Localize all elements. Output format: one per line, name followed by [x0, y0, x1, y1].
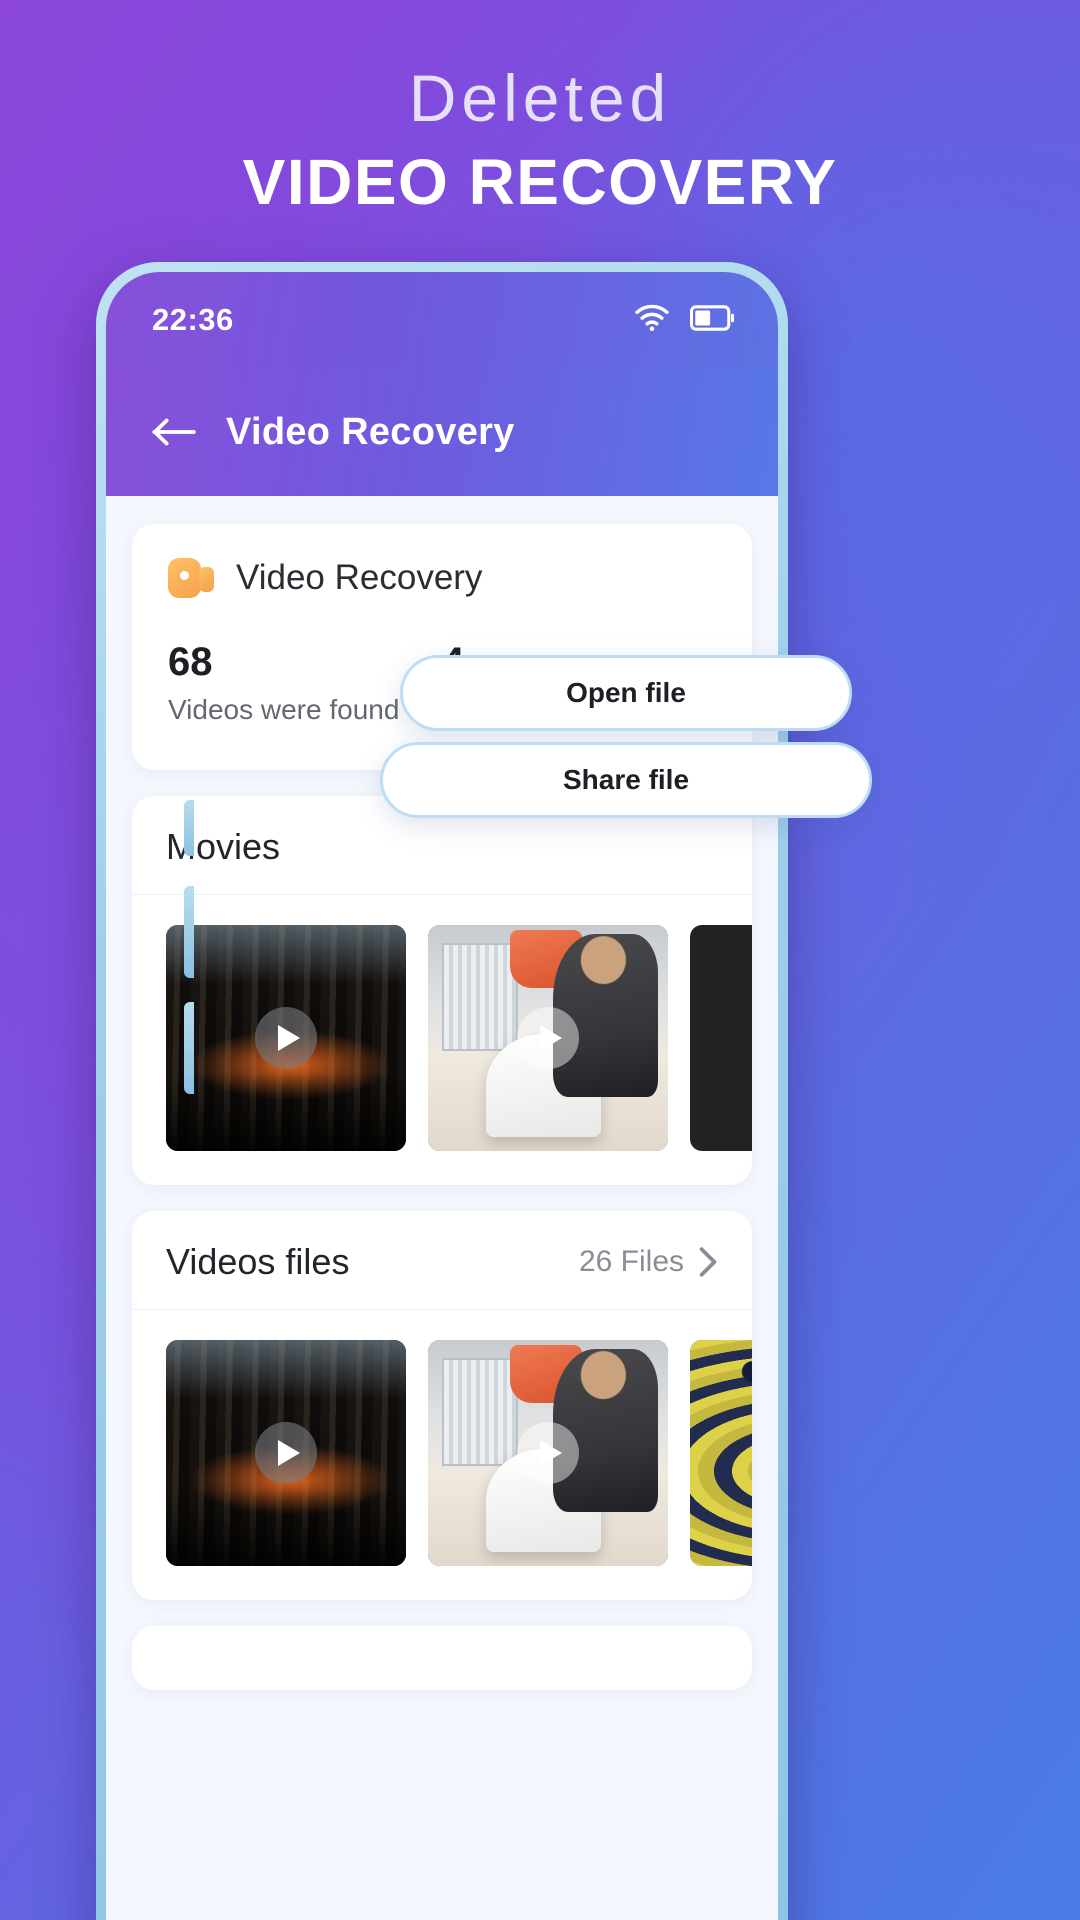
promo-stage: Deleted VIDEO RECOVERY 22:36 Video Recov… — [0, 0, 1080, 1920]
section-header: Movies — [132, 826, 752, 895]
play-icon[interactable] — [255, 1007, 317, 1069]
video-thumbnail[interactable] — [428, 1340, 668, 1566]
thumbnail-image — [690, 1340, 752, 1566]
play-icon[interactable] — [517, 1007, 579, 1069]
section-count: 26 Files — [578, 1245, 684, 1278]
summary-header: Video Recovery — [168, 558, 716, 598]
section-title: Videos files — [166, 1241, 350, 1282]
video-thumbnail[interactable] — [690, 925, 752, 1151]
video-thumbnail[interactable] — [166, 1340, 406, 1566]
open-file-button[interactable]: Open file — [400, 655, 852, 731]
phone-side-button-top — [184, 800, 194, 856]
stat-value: 68 — [168, 640, 213, 684]
chevron-right-icon[interactable] — [698, 1246, 718, 1278]
status-clock: 22:36 — [152, 302, 234, 337]
section-meta[interactable]: 26 Files — [579, 1245, 718, 1279]
back-arrow-icon[interactable] — [152, 417, 196, 447]
phone-mockup: 22:36 Video Recovery Video Recovery 68 V… — [96, 262, 788, 1920]
share-file-button[interactable]: Share file — [380, 742, 872, 818]
battery-icon — [689, 304, 734, 336]
promo-title: VIDEO RECOVERY — [242, 145, 838, 218]
video-thumbnail[interactable] — [166, 925, 406, 1151]
section-partial-next — [132, 1626, 752, 1690]
status-bar: 22:36 — [106, 272, 778, 368]
thumbnail-strip[interactable] — [132, 1310, 752, 1566]
thumbnail-image — [690, 925, 752, 1151]
video-camera-icon — [168, 558, 214, 598]
page-title: Video Recovery — [226, 410, 515, 453]
status-icon-group — [634, 304, 734, 337]
summary-title: Video Recovery — [236, 558, 483, 597]
play-icon[interactable] — [517, 1422, 579, 1484]
thumbnail-strip[interactable] — [132, 895, 752, 1151]
phone-side-button-bottom — [184, 1002, 194, 1094]
section-videos-files: Videos files 26 Files — [132, 1211, 752, 1600]
share-file-label: Share file — [562, 764, 690, 795]
wifi-icon — [634, 304, 670, 337]
video-thumbnail[interactable] — [428, 925, 668, 1151]
promo-kicker: Deleted — [408, 61, 672, 135]
video-thumbnail[interactable] — [690, 1340, 752, 1566]
section-movies: Movies — [132, 796, 752, 1185]
phone-screen: 22:36 Video Recovery Video Recovery 68 V… — [106, 272, 778, 1920]
phone-side-button-mid — [184, 886, 194, 978]
promo-heading-block: Deleted VIDEO RECOVERY — [0, 62, 1080, 216]
section-header[interactable]: Videos files 26 Files — [132, 1241, 752, 1310]
app-bar: Video Recovery — [106, 368, 778, 496]
summary-card: Video Recovery 68 Videos were found 4 Fo… — [132, 524, 752, 770]
open-file-label: Open file — [566, 677, 686, 708]
play-icon[interactable] — [255, 1422, 317, 1484]
